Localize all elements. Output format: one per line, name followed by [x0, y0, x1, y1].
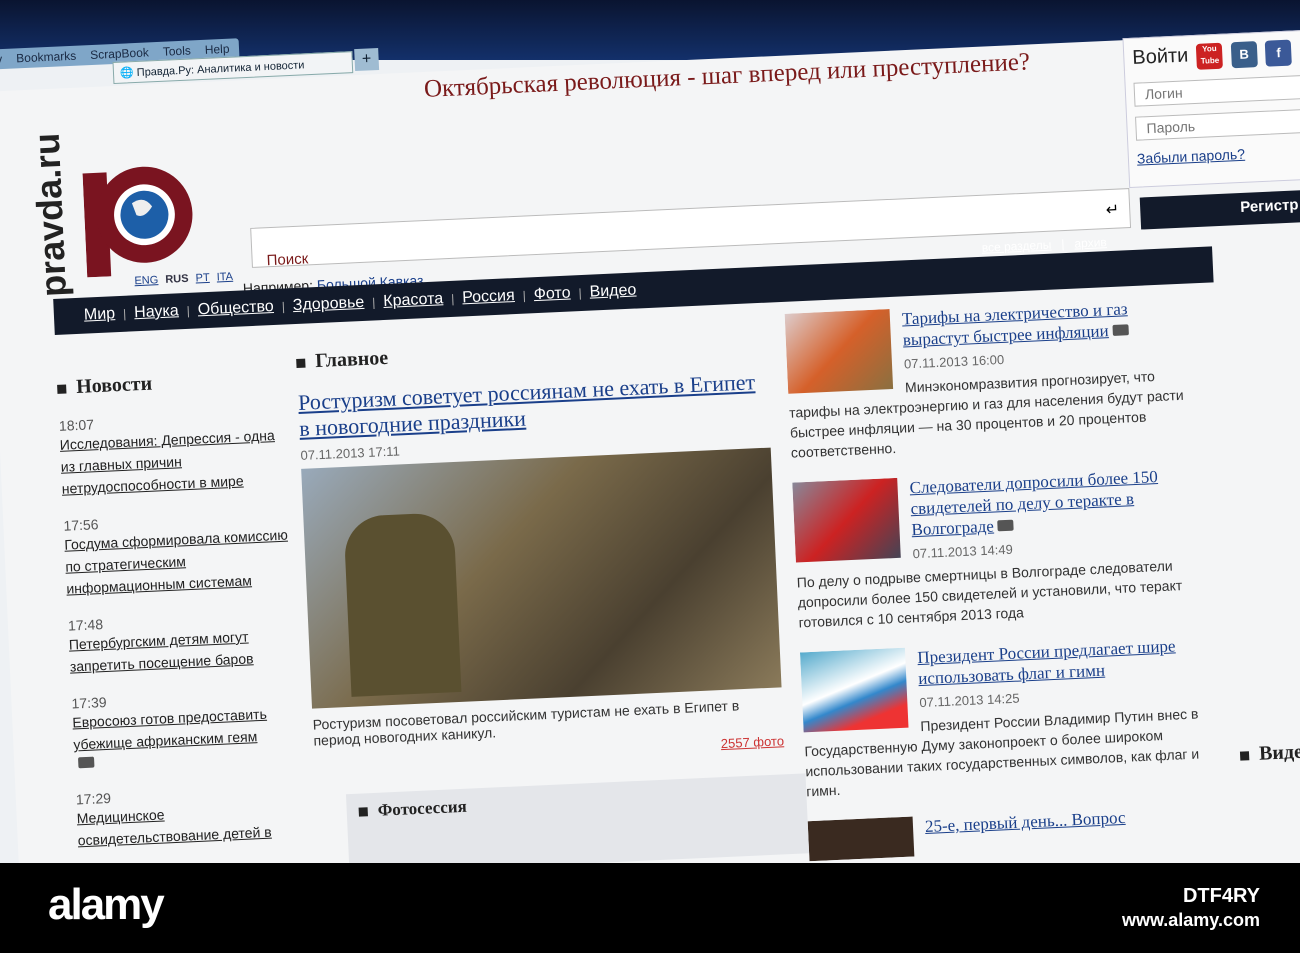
nav-video[interactable]: Видео — [589, 282, 637, 302]
article-thumbnail[interactable] — [792, 477, 901, 563]
news-link[interactable]: Исследования: Депрессия - одна из главны… — [59, 423, 292, 499]
menu-scrapbook[interactable]: ScrapBook — [90, 45, 149, 62]
screen: ry Bookmarks ScrapBook Tools Help 🌐 Прав… — [0, 0, 1300, 863]
menu-tools[interactable]: Tools — [162, 43, 191, 58]
news-item: 17:56 Госдума сформировала комиссию по ст… — [63, 507, 296, 599]
lang-pt[interactable]: PT — [195, 272, 210, 285]
image-id: DTF4RY — [1182, 885, 1260, 907]
login-title: Войти — [1131, 44, 1189, 69]
browser-window: ry Bookmarks ScrapBook Tools Help 🌐 Прав… — [0, 0, 1300, 863]
new-tab-button[interactable]: + — [354, 47, 380, 72]
lead-photo[interactable] — [301, 447, 782, 709]
lang-rus[interactable]: RUS — [165, 273, 189, 286]
pravda-logo-icon[interactable] — [82, 160, 199, 278]
vk-icon[interactable]: B — [1230, 41, 1258, 69]
search-placeholder: Поиск — [266, 250, 309, 270]
news-item: 17:48 Петербургским детям могут запретить… — [68, 607, 300, 677]
watermark-bar — [0, 863, 1300, 953]
article-item: 25-е, первый день... Вопрос — [807, 803, 1209, 862]
globe-icon: 🌐 — [119, 66, 138, 80]
menu-bookmarks[interactable]: Bookmarks — [16, 49, 77, 66]
logo-text: pravda.ru — [25, 132, 75, 298]
article-item: Президент России предлагает шире использ… — [799, 634, 1206, 801]
video-section-title: Видео — [1240, 740, 1300, 766]
article-item: Тарифы на электричество и газ вырастут б… — [784, 296, 1191, 463]
nav-mir[interactable]: Мир — [84, 305, 116, 324]
news-item: 17:29 Медицинское освидетельствование дет… — [76, 781, 308, 851]
article-link[interactable]: Следователи допросили более 150 свидетел… — [909, 467, 1158, 539]
alamy-url: www.alamy.com — [1121, 910, 1260, 930]
nav-obshchestvo[interactable]: Общество — [197, 298, 274, 319]
nav-krasota[interactable]: Красота — [383, 290, 444, 311]
password-input[interactable] — [1135, 107, 1300, 141]
news-link[interactable]: Петербургским детям могут запретить посе… — [68, 623, 300, 677]
video-camera-icon — [78, 756, 95, 769]
article-item: Следователи допросили более 150 свидетел… — [792, 464, 1198, 632]
lang-eng[interactable]: ENG — [134, 274, 158, 287]
login-box: Войти You Tube B f Забыли пароль? — [1122, 27, 1300, 189]
nav-zdorovie[interactable]: Здоровье — [292, 294, 364, 315]
enter-icon[interactable]: ↵ — [1105, 200, 1119, 221]
archive-link[interactable]: архив — [1074, 235, 1107, 250]
lang-ita[interactable]: ITA — [216, 271, 233, 284]
forgot-password-link[interactable]: Забыли пароль? — [1137, 141, 1300, 167]
youtube-icon[interactable]: You Tube — [1196, 42, 1224, 70]
news-link[interactable]: Госдума сформировала комиссию по стратег… — [64, 523, 297, 599]
news-link[interactable]: Евросоюз готов предоставить убежище афри… — [72, 701, 304, 755]
facebook-icon[interactable]: f — [1265, 39, 1293, 67]
main-column: Главное Ростуризм советует россиянам не … — [296, 330, 785, 770]
article-thumbnail[interactable] — [784, 309, 894, 394]
nav-nauka[interactable]: Наука — [134, 302, 179, 322]
news-item: 17:39 Евросоюз готов предоставить убежище… — [71, 685, 304, 773]
article-link[interactable]: Тарифы на электричество и газ вырастут б… — [902, 299, 1128, 349]
alamy-logo: alamy — [48, 880, 165, 929]
tab-title: Правда.Ру: Аналитика и новости — [136, 59, 305, 79]
article-link[interactable]: Президент России предлагает шире использ… — [917, 636, 1176, 688]
video-camera-icon — [1112, 324, 1129, 336]
nav-rossiya[interactable]: Россия — [462, 287, 515, 307]
article-thumbnail[interactable] — [799, 647, 909, 733]
login-input[interactable] — [1133, 73, 1300, 107]
article-link[interactable]: 25-е, первый день... Вопрос — [925, 808, 1126, 836]
video-camera-icon — [997, 519, 1015, 532]
article-summary: По делу о подрыве смертницы в Волгограде… — [796, 557, 1183, 631]
nav-foto[interactable]: Фото — [533, 285, 571, 305]
articles-column: Тарифы на электричество и газ вырастут б… — [784, 296, 1210, 863]
news-item: 18:07 Исследования: Депрессия - одна из г… — [59, 407, 292, 499]
news-column: Новости 18:07 Исследования: Депрессия - о… — [57, 366, 308, 851]
article-thumbnail[interactable] — [807, 816, 915, 862]
menu-history[interactable]: ry — [0, 52, 3, 66]
menu-help[interactable]: Help — [204, 42, 229, 57]
